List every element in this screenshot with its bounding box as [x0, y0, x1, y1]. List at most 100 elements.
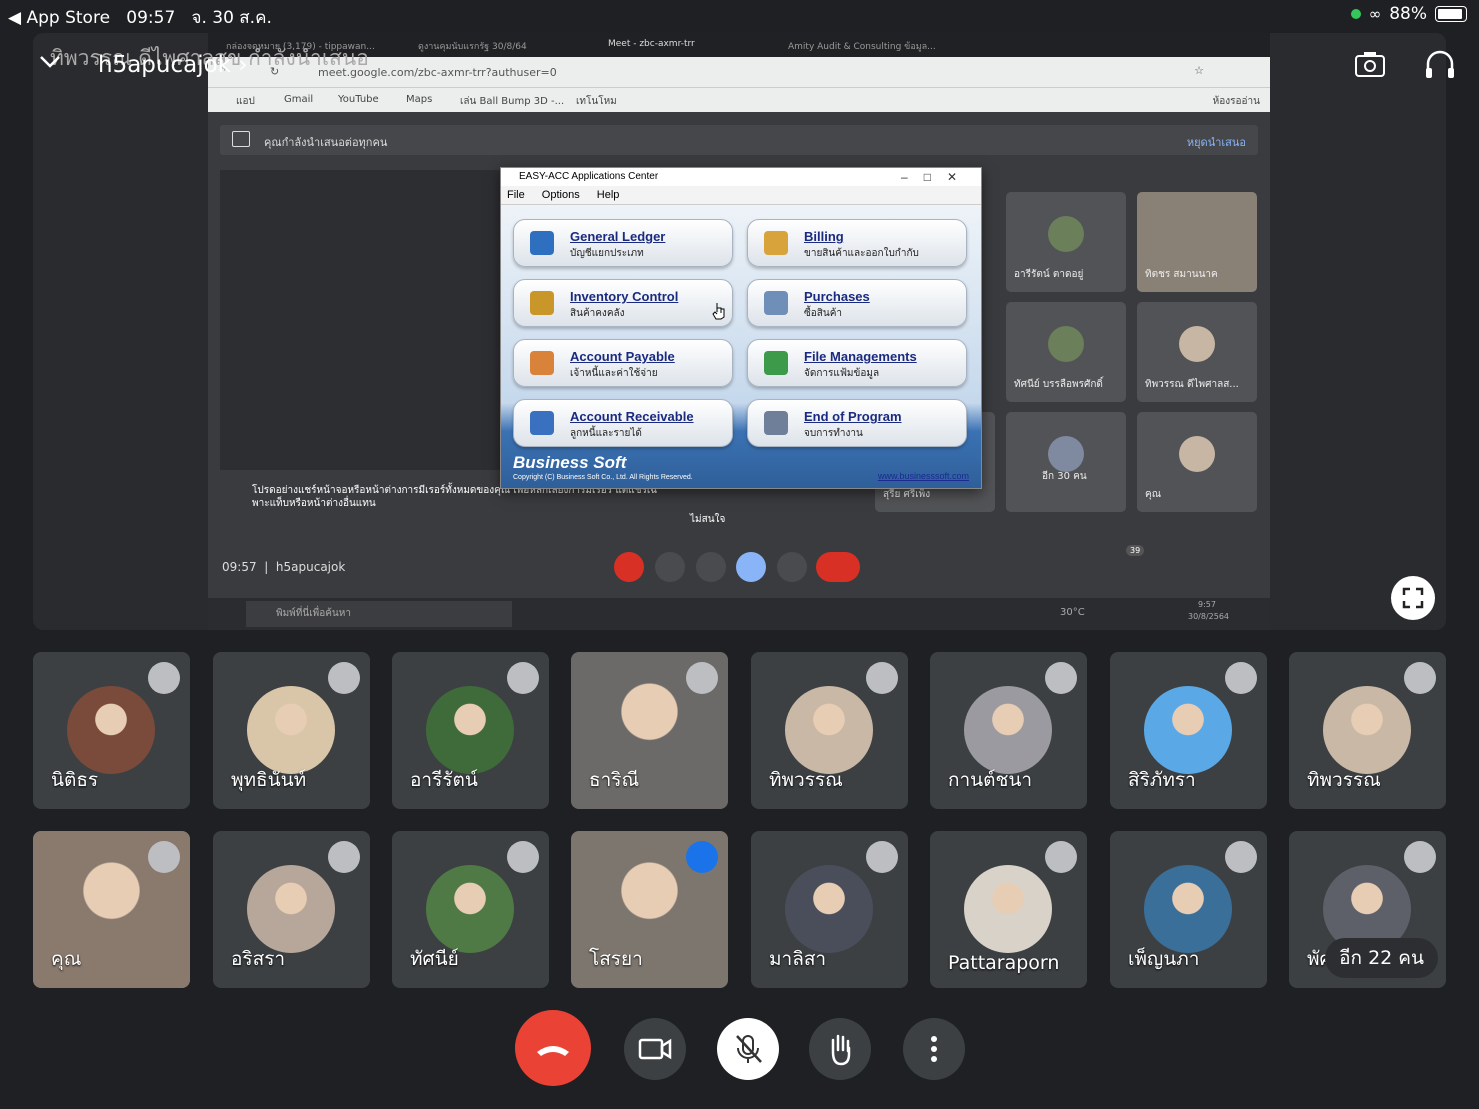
- menu-options[interactable]: Options: [542, 189, 580, 201]
- battery-percent: 88%: [1389, 4, 1427, 24]
- bookmark[interactable]: ห้องรออ่าน: [1213, 94, 1260, 109]
- bookmarks-bar: แอป Gmail YouTube Maps เล่น Ball Bump 3D…: [208, 87, 1270, 113]
- end-call-button[interactable]: [515, 1010, 591, 1086]
- stop-presenting-button[interactable]: หยุดนำเสนอ: [1187, 133, 1246, 151]
- participant-tile[interactable]: สิริภัทรา: [1110, 652, 1267, 809]
- inner-end-call-button[interactable]: [816, 552, 860, 582]
- inner-camera-button[interactable]: [655, 552, 685, 582]
- participant-tile[interactable]: พุทธินันท์: [213, 652, 370, 809]
- inner-avatar: [1179, 436, 1215, 472]
- inner-tile-name: ทัศนีย์ บรรลือพรศักดิ์: [1014, 379, 1103, 390]
- inner-more-button[interactable]: [777, 552, 807, 582]
- browser-tab-active[interactable]: Meet - zbc-axmr-trr: [608, 39, 695, 49]
- inner-meeting-code: h5apucajok: [275, 560, 346, 574]
- bookmark[interactable]: เทโนโหม: [576, 94, 617, 109]
- avatar: [247, 865, 335, 953]
- mic-muted-icon: [1225, 662, 1257, 694]
- mic-muted-icon: [1045, 662, 1077, 694]
- menu-file[interactable]: File: [507, 189, 525, 201]
- banner-text: คุณกำลังนำเสนอต่อทุกคน: [264, 136, 388, 149]
- raise-hand-button[interactable]: [809, 1018, 871, 1080]
- browser-tab[interactable]: Amity Audit & Consulting ข้อมูล...: [788, 39, 936, 53]
- recursive-share-preview: [220, 170, 500, 470]
- button-subtitle: จบการทำงาน: [804, 428, 863, 439]
- general-ledger-button[interactable]: General Ledger บัญชีแยกประเภท: [513, 219, 733, 267]
- participant-tile[interactable]: ทิพวรรณ: [751, 652, 908, 809]
- participant-name: อริสรา: [231, 948, 286, 970]
- participant-tile[interactable]: กานต์ชนา: [930, 652, 1087, 809]
- microphone-toggle-button[interactable]: [717, 1018, 779, 1080]
- bookmark[interactable]: เล่น Ball Bump 3D -...: [460, 94, 564, 109]
- audio-output-icon[interactable]: [1424, 50, 1456, 80]
- hand-icon: [831, 1034, 851, 1066]
- bookmark[interactable]: YouTube: [338, 94, 379, 105]
- file-managements-button[interactable]: File Managements จัดการแฟ้มข้อมูล: [747, 339, 967, 387]
- participant-name: กานต์ชนา: [948, 769, 1033, 791]
- mic-muted-icon: [686, 662, 718, 694]
- purchases-button[interactable]: Purchases ซื้อสินค้า: [747, 279, 967, 327]
- ios-status-bar: ◀ App Store 09:57 จ. 30 ส.ค. ∞ 88%: [0, 0, 1479, 30]
- inner-tile: คุณ: [1137, 412, 1257, 512]
- participant-tile[interactable]: ทัศนีย์: [392, 831, 549, 988]
- participant-tile[interactable]: ธาริณี: [571, 652, 728, 809]
- account-receivable-button[interactable]: Account Receivable ลูกหนี้และรายได้: [513, 399, 733, 447]
- bookmark[interactable]: Maps: [406, 94, 432, 105]
- inner-tile-name: อีก 30 คน: [1042, 471, 1087, 482]
- more-participants-button[interactable]: อีก 22 คน: [1325, 938, 1438, 978]
- website-link[interactable]: www.businesssoft.com: [878, 471, 969, 481]
- inventory-control-button[interactable]: Inventory Control สินค้าคงคลัง: [513, 279, 733, 327]
- switch-camera-icon[interactable]: [1354, 50, 1386, 78]
- collapse-chevron-icon[interactable]: [38, 54, 62, 70]
- participant-tile[interactable]: นิติธร: [33, 652, 190, 809]
- meeting-code-button[interactable]: h5apucajok ›: [98, 52, 248, 78]
- taskbar-search[interactable]: พิมพ์ที่นี่เพื่อค้นหา: [246, 601, 512, 627]
- avatar: [426, 686, 514, 774]
- inner-mic-off-button[interactable]: [614, 552, 644, 582]
- avatar: [964, 865, 1052, 953]
- participant-tile[interactable]: อริสรา: [213, 831, 370, 988]
- participant-tile-self[interactable]: คุณ: [33, 831, 190, 988]
- inner-meet-info: 09:57 | h5apucajok: [222, 560, 346, 574]
- participant-tile[interactable]: อารีรัตน์: [392, 652, 549, 809]
- camera-toggle-button[interactable]: [624, 1018, 686, 1080]
- billing-button[interactable]: Billing ขายสินค้าและออกใบกำกับ: [747, 219, 967, 267]
- inner-hand-button[interactable]: [696, 552, 726, 582]
- window-controls[interactable]: –□✕: [901, 168, 973, 186]
- windows-taskbar: พิมพ์ที่นี่เพื่อค้นหา 30°C 9:57 30/8/256…: [208, 598, 1270, 630]
- star-icon[interactable]: ☆: [1194, 64, 1204, 77]
- status-date: จ. 30 ส.ค.: [191, 8, 272, 28]
- participant-tile[interactable]: มาลิสา: [751, 831, 908, 988]
- participant-tile[interactable]: ทิพวรรณ: [1289, 652, 1446, 809]
- inner-tile-name: ทิตชร สมานนาค: [1145, 269, 1218, 280]
- chevron-right-icon: ›: [238, 52, 248, 78]
- participant-tile[interactable]: Pattaraporn: [930, 831, 1087, 988]
- more-options-button[interactable]: [903, 1018, 965, 1080]
- button-title: Purchases: [804, 289, 870, 304]
- bookmark[interactable]: แอป: [236, 94, 255, 109]
- participant-tile-speaking[interactable]: โสรยา: [571, 831, 728, 988]
- participant-tile[interactable]: เพ็ญนภา: [1110, 831, 1267, 988]
- weather-temp: 30°C: [1060, 607, 1085, 618]
- menu-help[interactable]: Help: [597, 189, 620, 201]
- participant-name: Pattaraporn: [948, 952, 1060, 974]
- inner-present-button[interactable]: [736, 552, 766, 582]
- back-app-link[interactable]: ◀ App Store: [8, 8, 110, 28]
- more-vertical-icon: [931, 1036, 937, 1062]
- taskbar-clock: 9:57: [1198, 600, 1216, 609]
- camera-indicator-icon: [1350, 9, 1361, 19]
- hand-cursor-icon: [712, 302, 726, 320]
- button-subtitle: เจ้าหนี้และค่าใช้จ่าย: [570, 368, 658, 379]
- bookmark[interactable]: Gmail: [284, 94, 313, 105]
- browser-tab[interactable]: ดูงานคุมนับแรกรัฐ 30/8/64: [418, 39, 527, 53]
- fullscreen-button[interactable]: [1391, 576, 1435, 620]
- button-title: Inventory Control: [570, 289, 679, 304]
- taskbar-date: 30/8/2564: [1188, 612, 1230, 621]
- inner-tile: อารีรัตน์ ตาดอยู่: [1006, 192, 1126, 292]
- participant-tile[interactable]: พัศ อีก 22 คน: [1289, 831, 1446, 988]
- account-payable-button[interactable]: Account Payable เจ้าหนี้และค่าใช้จ่าย: [513, 339, 733, 387]
- end-of-program-button[interactable]: End of Program จบการทำงาน: [747, 399, 967, 447]
- button-subtitle: จัดการแฟ้มข้อมูล: [804, 368, 880, 379]
- dismiss-button[interactable]: ไม่สนใจ: [690, 512, 725, 527]
- inventory-icon: [530, 291, 554, 315]
- participant-name: ทิพวรรณ: [1307, 769, 1381, 791]
